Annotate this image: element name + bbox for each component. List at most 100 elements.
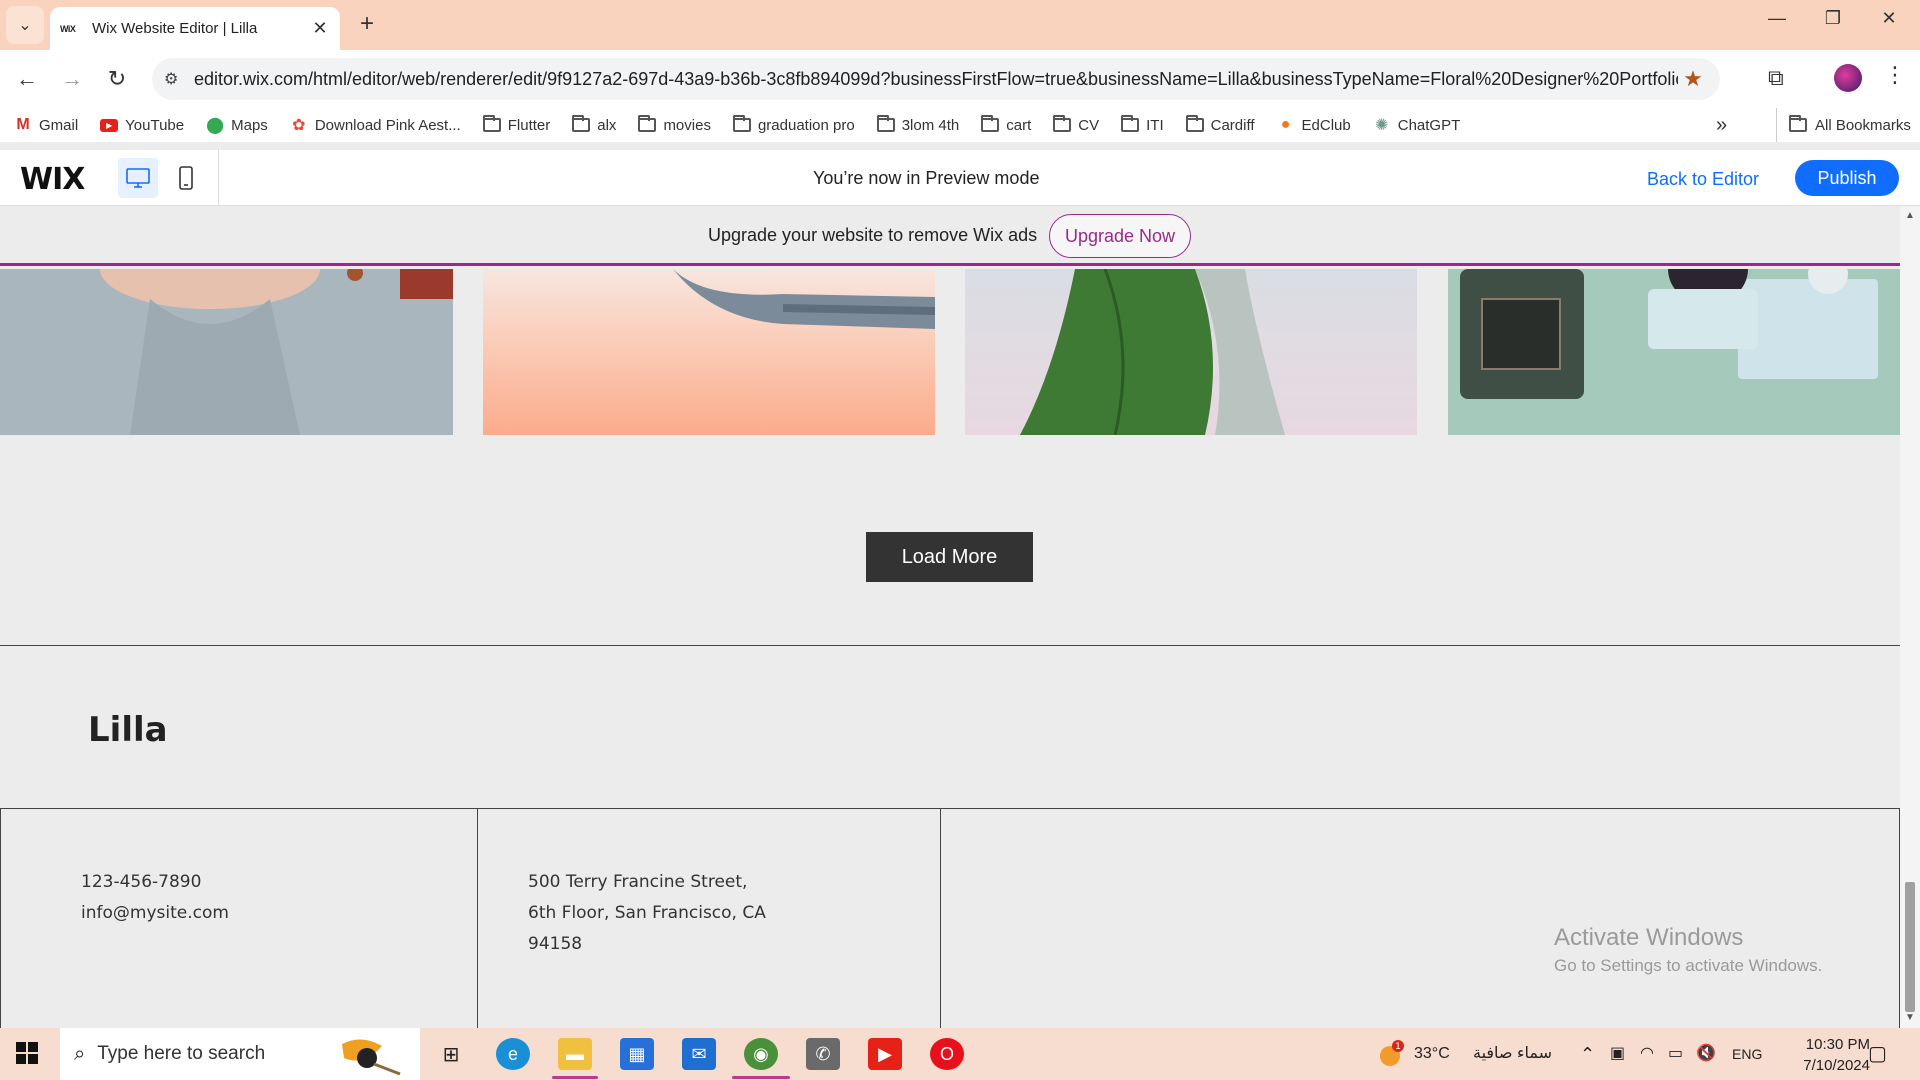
section-divider: [0, 645, 1900, 646]
desktop-icon: [126, 168, 150, 188]
youtube-app-icon[interactable]: ▶: [868, 1038, 902, 1070]
mail-icon[interactable]: ✉: [682, 1038, 716, 1070]
profile-avatar[interactable]: [1834, 64, 1862, 92]
all-bookmarks-button[interactable]: All Bookmarks: [1776, 108, 1911, 142]
footer-address-line2: 6th Floor, San Francisco, CA: [528, 903, 766, 923]
edge-icon[interactable]: e: [496, 1038, 530, 1070]
scroll-up-icon[interactable]: ▲: [1905, 210, 1915, 221]
gallery-image-woman[interactable]: [0, 269, 453, 435]
bookmark-label: Cardiff: [1210, 116, 1255, 134]
upgrade-banner-text: Upgrade your website to remove Wix ads: [708, 225, 1038, 245]
more-bookmarks-icon[interactable]: »: [1716, 108, 1727, 142]
site-name: Lilla: [88, 710, 168, 750]
bookmark-item[interactable]: ● EdClub: [1277, 116, 1351, 134]
bookmark-label: ChatGPT: [1397, 116, 1461, 134]
weather-description[interactable]: سماء صافية: [1462, 1028, 1552, 1080]
url-text[interactable]: editor.wix.com/html/editor/web/renderer/…: [194, 69, 1678, 90]
chrome-icon[interactable]: ◉: [744, 1038, 778, 1070]
scroll-down-icon[interactable]: ▼: [1905, 1012, 1915, 1023]
weather-icon[interactable]: 1: [1376, 1028, 1416, 1080]
omnibox[interactable]: ⚙ editor.wix.com/html/editor/web/rendere…: [152, 58, 1720, 100]
taskbar-search-placeholder: Type here to search: [97, 1043, 266, 1064]
taskbar-search-box[interactable]: ⌕ Type here to search: [60, 1028, 420, 1080]
opera-icon[interactable]: O: [930, 1038, 964, 1070]
bookmark-item[interactable]: ✿ Download Pink Aest...: [290, 116, 461, 135]
browser-menu-icon[interactable]: ⋮: [1884, 62, 1906, 88]
bookmark-item[interactable]: alx: [572, 115, 616, 134]
bookmark-item[interactable]: movies: [638, 115, 711, 134]
windows-start-icon[interactable]: [16, 1042, 38, 1064]
volume-muted-icon[interactable]: 🔇: [1696, 1028, 1716, 1080]
preview-mode-message: You’re now in Preview mode: [813, 168, 1040, 188]
wifi-icon[interactable]: ◠: [1640, 1028, 1654, 1080]
back-button[interactable]: ←: [10, 62, 44, 96]
footer-address-line1: 500 Terry Francine Street,: [528, 872, 748, 892]
forward-button[interactable]: →: [55, 62, 89, 96]
leaf-photo: [1020, 269, 1285, 435]
bookmark-item[interactable]: ✺ ChatGPT: [1373, 116, 1461, 135]
bookmark-label: CV: [1078, 116, 1100, 134]
bookmark-item[interactable]: 3lom 4th: [876, 115, 959, 134]
bookmark-item[interactable]: Flutter: [482, 115, 550, 134]
scrollbar-thumb[interactable]: [1905, 882, 1915, 1012]
gallery-image-leaf[interactable]: [965, 269, 1417, 435]
bookmark-item[interactable]: graduation pro: [732, 115, 855, 134]
bookmark-item[interactable]: ▶ YouTube: [100, 117, 184, 134]
show-hidden-icons-icon[interactable]: ⌃: [1580, 1028, 1595, 1080]
battery-icon[interactable]: ▭: [1668, 1028, 1683, 1080]
activate-windows-watermark: Activate Windows Go to Settings to activ…: [1554, 924, 1822, 976]
windows-taskbar: ⌕ Type here to search ⊞ e ▬ ▦ ✉ ◉ ✆ ▶ O …: [0, 1028, 1920, 1080]
reload-button[interactable]: ↻: [100, 62, 134, 96]
perfume-photo: [1448, 269, 1900, 435]
gallery-image-perfume[interactable]: [1448, 269, 1900, 435]
bookmark-star-icon[interactable]: ★: [1678, 66, 1708, 92]
desktop-view-button[interactable]: [118, 158, 158, 198]
load-more-button[interactable]: Load More: [866, 532, 1033, 582]
back-to-editor-link[interactable]: Back to Editor: [1647, 169, 1759, 190]
browser-tab[interactable]: WiX Wix Website Editor | Lilla ✕: [50, 7, 340, 50]
mobile-icon: [179, 166, 193, 190]
meet-now-icon[interactable]: ▣: [1610, 1028, 1625, 1080]
bookmark-item[interactable]: M Gmail: [14, 116, 78, 134]
gallery-image-sunset[interactable]: [483, 269, 935, 435]
folder-icon: [638, 115, 657, 133]
bookmark-label: Download Pink Aest...: [314, 116, 461, 134]
clock-time: 10:30 PM: [1805, 1036, 1870, 1053]
bookmark-item[interactable]: Cardiff: [1185, 115, 1255, 134]
upgrade-banner: Upgrade your website to remove Wix ads U…: [0, 206, 1900, 266]
bookmark-item[interactable]: CV: [1053, 115, 1100, 134]
footer-email[interactable]: info@mysite.com: [81, 898, 229, 929]
chatgpt-icon: ✺: [1375, 117, 1389, 134]
wix-logo: WIX: [20, 162, 85, 197]
bookmark-item[interactable]: ITI: [1121, 115, 1164, 134]
new-tab-button[interactable]: +: [352, 10, 382, 38]
mobile-view-button[interactable]: [168, 158, 204, 198]
site-info-icon[interactable]: ⚙: [164, 69, 194, 89]
bookmark-item[interactable]: ⬤ Maps: [206, 116, 268, 135]
weather-temp[interactable]: 33°C: [1414, 1028, 1450, 1080]
whatsapp-icon[interactable]: ✆: [806, 1038, 840, 1070]
taskbar-clock[interactable]: 10:30 PM 7/10/2024: [1770, 1034, 1870, 1076]
file-explorer-icon[interactable]: ▬: [558, 1038, 592, 1070]
microsoft-store-icon[interactable]: ▦: [620, 1038, 654, 1070]
tab-search-button[interactable]: ⌄: [6, 6, 44, 44]
wix-favicon-icon: WiX: [60, 23, 76, 34]
bookmark-label: Maps: [231, 116, 268, 134]
footer-empty-column: [941, 809, 1900, 1029]
page-scrollbar[interactable]: ▲ ▼: [1900, 206, 1920, 1028]
extensions-icon[interactable]: ⧉: [1768, 65, 1784, 91]
notifications-icon[interactable]: ▢: [1868, 1028, 1887, 1080]
activate-windows-title: Activate Windows: [1554, 924, 1744, 951]
publish-button[interactable]: Publish: [1795, 160, 1899, 196]
bookmark-item[interactable]: cart: [981, 115, 1031, 134]
language-indicator[interactable]: ENG: [1732, 1028, 1762, 1080]
bookmark-label: graduation pro: [757, 116, 855, 134]
restore-button[interactable]: ❐: [1810, 8, 1856, 29]
close-tab-icon[interactable]: ✕: [310, 18, 330, 39]
upgrade-now-button[interactable]: Upgrade Now: [1049, 214, 1191, 258]
folder-icon: [1185, 115, 1204, 133]
bookmarks-bar: M Gmail ▶ YouTube ⬤ Maps ✿ Download Pink Aest..…: [0, 108, 1920, 142]
minimize-button[interactable]: —: [1754, 8, 1800, 29]
close-window-button[interactable]: ✕: [1866, 8, 1912, 29]
task-view-icon[interactable]: ⊞: [434, 1038, 468, 1070]
